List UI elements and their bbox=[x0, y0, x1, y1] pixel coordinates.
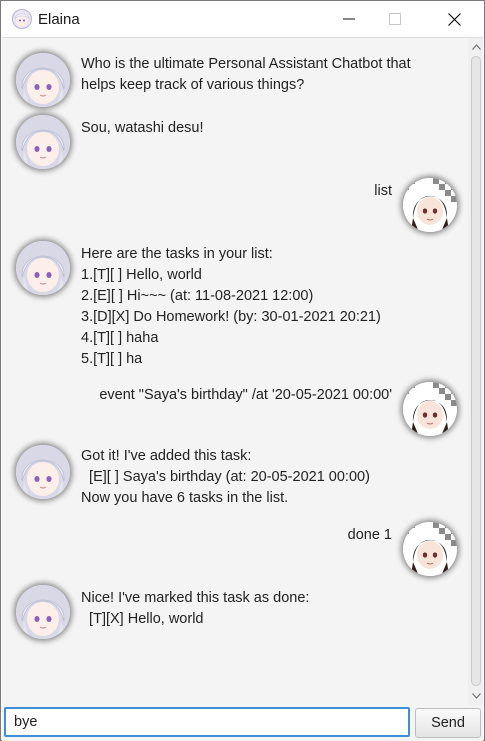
scroll-up-arrow-icon[interactable] bbox=[468, 40, 483, 54]
scroll-down-arrow-icon[interactable] bbox=[468, 689, 483, 703]
message-line: 3.[D][X] Do Homework! (by: 30-01-2021 20… bbox=[81, 309, 381, 325]
message-line: Here are the tasks in your list: bbox=[81, 246, 273, 262]
message-line: done 1 bbox=[347, 527, 392, 543]
message-line: [E][ ] Saya's birthday (at: 20-05-2021 0… bbox=[81, 469, 370, 485]
bot-message: Nice! I've marked this task as done: [T]… bbox=[81, 588, 309, 630]
window-title: Elaina bbox=[38, 11, 80, 28]
message-line: Sou, watashi desu! bbox=[81, 120, 204, 136]
app-icon bbox=[12, 9, 32, 29]
bot-message: Here are the tasks in your list: 1.[T][ … bbox=[81, 244, 381, 370]
user-message: done 1 bbox=[348, 525, 392, 546]
message-line: Now you have 6 tasks in the list. bbox=[81, 490, 289, 506]
user-message: list bbox=[374, 181, 392, 202]
message-line: Who is the ultimate Personal Assistant C… bbox=[81, 56, 411, 72]
bot-message: Sou, watashi desu! bbox=[81, 118, 204, 139]
message-line: Nice! I've marked this task as done: bbox=[81, 590, 310, 606]
bot-message: Got it! I've added this task: [E][ ] Say… bbox=[81, 446, 370, 509]
maximize-button[interactable] bbox=[372, 1, 418, 37]
user-message: event "Saya's birthday" /at '20-05-2021 … bbox=[99, 385, 392, 406]
input-bar: Send bbox=[2, 705, 483, 741]
bot-message: Who is the ultimate Personal Assistant C… bbox=[81, 54, 411, 96]
message-input[interactable] bbox=[4, 707, 410, 737]
message-line: helps keep track of various things? bbox=[81, 77, 305, 93]
bot-avatar bbox=[16, 585, 70, 639]
app-window: Elaina Who is the ultimate Personal Assi… bbox=[0, 0, 485, 741]
chat-scroll-pane[interactable]: Who is the ultimate Personal Assistant C… bbox=[2, 37, 483, 707]
message-line: list bbox=[374, 183, 392, 199]
bot-avatar bbox=[16, 241, 70, 295]
bot-avatar bbox=[16, 115, 70, 169]
user-avatar bbox=[403, 178, 457, 232]
message-line: event "Saya's birthday" /at '20-05-2021 … bbox=[99, 387, 392, 403]
message-line: 1.[T][ ] Hello, world bbox=[81, 267, 202, 283]
bot-avatar bbox=[16, 53, 70, 107]
minimize-button[interactable] bbox=[326, 1, 372, 37]
user-avatar bbox=[403, 382, 457, 436]
message-line: 5.[T][ ] ha bbox=[81, 351, 143, 367]
bot-avatar bbox=[16, 445, 70, 499]
message-line: 4.[T][ ] haha bbox=[81, 330, 159, 346]
title-bar[interactable]: Elaina bbox=[1, 1, 484, 37]
message-line: [T][X] Hello, world bbox=[81, 611, 204, 627]
message-line: Got it! I've added this task: bbox=[81, 448, 252, 464]
scrollbar-thumb[interactable] bbox=[471, 56, 481, 686]
send-button[interactable]: Send bbox=[415, 708, 481, 738]
close-button[interactable] bbox=[431, 1, 477, 37]
user-avatar bbox=[403, 522, 457, 576]
vertical-scrollbar[interactable] bbox=[468, 38, 483, 706]
message-line: 2.[E][ ] Hi~~~ (at: 11-08-2021 12:00) bbox=[81, 288, 314, 304]
